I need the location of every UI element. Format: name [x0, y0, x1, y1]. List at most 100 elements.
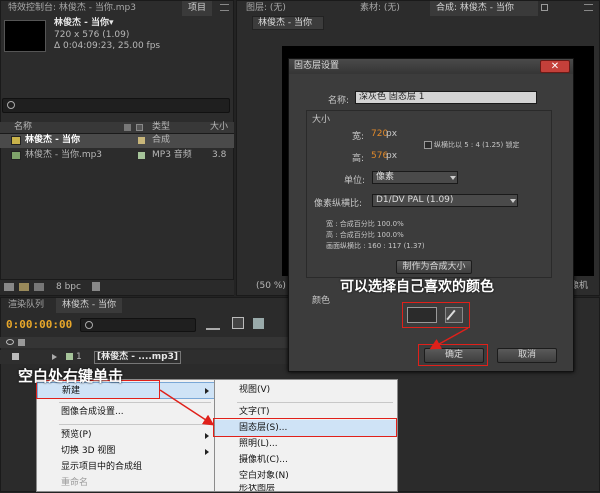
composition-icon: [11, 136, 21, 145]
comp-duration: Δ 0:04:09:23, 25.00 fps: [54, 41, 161, 51]
menu-item-label: 切换 3D 视图: [61, 446, 116, 456]
chevron-down-icon: [510, 199, 516, 203]
lock-ratio-label: 纵横比以 5 : 4 (1.25) 锁定: [434, 141, 520, 149]
eye-icon[interactable]: [6, 339, 14, 345]
submenu-item-light[interactable]: 照明(L)...: [215, 436, 397, 453]
comp-name-tab-label: 林俊杰 - 当你: [258, 18, 312, 28]
comp-thumbnail: [4, 20, 46, 52]
3d-draft-icon[interactable]: [253, 318, 264, 329]
project-list-header: [0, 122, 234, 134]
folder-icon[interactable]: [19, 283, 29, 291]
project-item-size: 3.8: [212, 150, 227, 160]
dialog-title: 固态层设置: [294, 61, 340, 71]
layer-name[interactable]: [林俊杰 - ....mp3]: [94, 351, 181, 364]
name-label: 名称:: [328, 96, 350, 106]
layer-number: 1: [76, 352, 82, 362]
menu-item-label: 空白对象(N): [239, 471, 289, 481]
color-section-label: 颜色: [312, 296, 331, 306]
tab-effects-control[interactable]: 特效控制台: 林俊杰 - 当你.mp3: [2, 1, 180, 16]
project-item-name: 林俊杰 - 当你: [25, 135, 81, 145]
menu-item-label: 摄像机(C)...: [239, 455, 288, 465]
menu-separator: [59, 424, 211, 425]
menu-item-label: 显示项目中的合成组: [61, 462, 143, 472]
width-unit: px: [386, 129, 398, 139]
timecode[interactable]: 0:00:00:00: [6, 317, 72, 333]
trash-icon[interactable]: [92, 282, 100, 291]
tab-layer[interactable]: 图层: (无): [240, 1, 300, 16]
menu-item-comp-settings[interactable]: 图像合成设置...: [37, 404, 215, 421]
col-size-header[interactable]: 大小: [210, 121, 228, 134]
menu-item-preview[interactable]: 预览(P): [37, 427, 215, 444]
comp-mini-icon[interactable]: [232, 317, 244, 329]
annotation-box-ok: [418, 344, 488, 366]
audio-file-icon: [11, 151, 21, 160]
label-col-icon: [124, 124, 131, 131]
info-height: 高 : 合成百分比 100.0%: [326, 231, 404, 239]
submenu-arrow-icon: [205, 449, 209, 455]
bpc-indicator[interactable]: 8 bpc: [56, 281, 81, 294]
info-width: 宽 : 合成百分比 100.0%: [326, 220, 404, 228]
annotation-choose-color: 可以选择自己喜欢的颜色: [340, 279, 494, 295]
menu-item-label: 重命名: [61, 478, 89, 488]
submenu-item-camera[interactable]: 摄像机(C)...: [215, 452, 397, 469]
size-section-label: 大小: [312, 115, 331, 125]
lock-ratio-checkbox[interactable]: [424, 141, 432, 149]
menu-item-label: 图像合成设置...: [61, 407, 124, 417]
speaker-icon[interactable]: [12, 353, 19, 360]
make-comp-size-button[interactable]: 制作为合成大小: [396, 260, 472, 274]
submenu-arrow-icon: [205, 388, 209, 394]
menu-item-label: 照明(L)...: [239, 439, 278, 449]
menu-item-rename: 重命名: [37, 475, 215, 492]
par-select[interactable]: D1/DV PAL (1.09): [372, 194, 518, 207]
project-item-type: MP3 音频: [152, 150, 192, 160]
dialog-close-button[interactable]: ✕: [540, 60, 570, 73]
width-label: 宽:: [352, 132, 365, 142]
menu-item-reveal-in-project[interactable]: 显示项目中的合成组: [37, 459, 215, 476]
col-type-header[interactable]: 类型: [152, 121, 170, 134]
search-icon: [85, 321, 93, 329]
cancel-button[interactable]: 取消: [497, 348, 557, 363]
project-search-input[interactable]: [2, 98, 230, 113]
units-select[interactable]: 像素: [372, 171, 458, 184]
tag-icon: [136, 124, 143, 131]
submenu-item-viewer[interactable]: 视图(V): [215, 382, 397, 399]
annotation-box-color: [402, 302, 470, 328]
layer-label-swatch[interactable]: [66, 353, 73, 360]
lock-icon[interactable]: [541, 4, 548, 11]
submenu-item-null-object[interactable]: 空白对象(N): [215, 468, 397, 485]
height-unit: px: [386, 151, 398, 161]
tab-project[interactable]: 项目: [182, 1, 212, 16]
project-item-name: 林俊杰 - 当你.mp3: [25, 150, 103, 160]
par-label: 像素纵横比:: [314, 199, 363, 209]
col-name-header[interactable]: 名称: [14, 121, 32, 134]
tab-composition[interactable]: 合成: 林俊杰 - 当你: [430, 1, 538, 16]
tab-timeline-comp[interactable]: 林俊杰 - 当你: [56, 298, 122, 313]
expand-arrow-icon[interactable]: [52, 354, 57, 360]
menu-separator: [59, 402, 211, 403]
submenu-arrow-icon: [205, 433, 209, 439]
annotation-box-solid: [213, 418, 397, 437]
chevron-down-icon: [450, 176, 456, 180]
height-label: 高:: [352, 154, 365, 164]
info-frame-ratio: 画面纵横比 : 160 : 117 (1.37): [326, 242, 425, 250]
timeline-search-input[interactable]: [80, 318, 196, 332]
zoom-level[interactable]: (50 %): [256, 280, 286, 293]
panel-menu-icon[interactable]: [584, 4, 593, 11]
label-color-swatch[interactable]: [138, 152, 145, 159]
menu-item-label: 视图(V): [239, 385, 271, 395]
annotation-right-click: 空白处右键单击: [18, 367, 124, 385]
audio-icon[interactable]: [18, 339, 25, 346]
menu-item-switch-3d-view[interactable]: 切换 3D 视图: [37, 443, 215, 460]
label-color-swatch[interactable]: [138, 137, 145, 144]
units-label: 单位:: [344, 176, 366, 186]
new-comp-icon[interactable]: [34, 283, 44, 291]
graph-editor-icon[interactable]: [206, 320, 220, 330]
tab-render-queue[interactable]: 渲染队列: [2, 298, 54, 313]
search-icon: [7, 101, 15, 109]
tab-footage[interactable]: 素材: (无): [354, 1, 414, 16]
solid-name-input[interactable]: 深灰色 固态层 1: [355, 91, 537, 104]
layer-column-header: [0, 337, 290, 348]
panel-menu-icon[interactable]: [220, 4, 229, 11]
menu-item-label: 预览(P): [61, 430, 92, 440]
interpret-footage-icon[interactable]: [4, 283, 14, 291]
